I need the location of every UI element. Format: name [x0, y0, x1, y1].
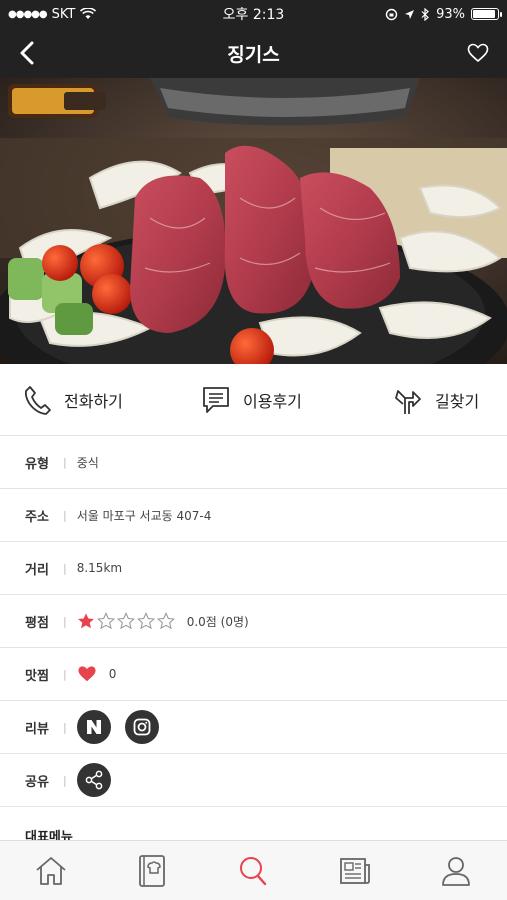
- heart-filled-icon[interactable]: [77, 665, 97, 683]
- star-empty-icon: [96, 612, 115, 630]
- battery-icon: [471, 8, 502, 20]
- info-row-type: 유형 | 중식: [0, 436, 507, 489]
- status-bar: ●●●●● SKT 오후 2:13 93%: [0, 0, 507, 28]
- share-button[interactable]: [76, 763, 111, 797]
- star-empty-icon: [116, 612, 135, 630]
- restaurant-photo: [0, 78, 507, 364]
- info-row-distance: 거리 | 8.15km: [0, 542, 507, 595]
- signal-icon: ●●●●●: [8, 8, 48, 20]
- profile-icon: [442, 856, 471, 886]
- battery-percent: 93%: [436, 6, 465, 22]
- tab-profile[interactable]: [426, 846, 486, 896]
- action-bar: 전화하기 이용후기 길찾기: [0, 364, 507, 436]
- type-label: 유형: [25, 456, 49, 472]
- review-label: 리뷰: [25, 721, 49, 737]
- naver-button[interactable]: [76, 710, 111, 744]
- rotation-lock-icon: [385, 8, 398, 20]
- review-icon: [203, 386, 229, 413]
- reviews-button[interactable]: 이용후기: [201, 385, 302, 415]
- page-title: 징기스: [227, 43, 280, 66]
- tab-home[interactable]: [21, 846, 81, 896]
- info-row-share: 공유 |: [0, 754, 507, 807]
- call-button[interactable]: 전화하기: [24, 385, 123, 415]
- tab-search[interactable]: [223, 846, 283, 896]
- search-icon: [240, 856, 267, 885]
- info-row-address: 주소 | 서울 마포구 서교동 407-4: [0, 489, 507, 542]
- info-row-rating: 평점 | 0.0점 (0명): [0, 595, 507, 648]
- back-button[interactable]: [10, 36, 44, 70]
- rating-stars[interactable]: [77, 612, 175, 630]
- news-icon: [339, 857, 370, 884]
- instagram-icon: [133, 718, 151, 736]
- heart-outline-icon: [467, 43, 489, 63]
- phone-icon: [24, 385, 51, 415]
- location-icon: [405, 9, 415, 19]
- address-label: 주소: [25, 509, 49, 525]
- likes-label: 맛찜: [25, 668, 49, 684]
- likes-count: 0: [108, 667, 117, 681]
- info-row-review: 리뷰 |: [0, 701, 507, 754]
- share-icon: [85, 770, 103, 790]
- tab-recipes[interactable]: [122, 846, 182, 896]
- distance-value: 8.15km: [76, 561, 123, 575]
- wifi-icon: [80, 8, 97, 19]
- home-icon: [36, 856, 66, 885]
- rating-label: 평점: [25, 615, 49, 631]
- chevron-left-icon: [20, 41, 34, 65]
- naver-icon: [86, 720, 101, 734]
- call-label: 전화하기: [64, 391, 123, 411]
- recipe-book-icon: [139, 854, 165, 887]
- distance-label: 거리: [25, 562, 49, 578]
- tab-bar: [0, 840, 507, 900]
- bluetooth-icon: [421, 7, 429, 21]
- reviews-label: 이용후기: [243, 391, 302, 411]
- rating-value: 0.0점 (0명): [186, 614, 249, 629]
- star-empty-icon: [156, 612, 175, 630]
- instagram-button[interactable]: [124, 710, 159, 744]
- star-filled-icon: [77, 613, 94, 629]
- share-label: 공유: [25, 774, 49, 790]
- star-empty-icon: [136, 612, 155, 630]
- nav-header: 징기스: [0, 28, 507, 78]
- favorite-button[interactable]: [461, 36, 495, 70]
- type-value: 중식: [76, 455, 99, 470]
- directions-button[interactable]: 길찾기: [393, 384, 479, 416]
- directions-icon: [395, 389, 421, 414]
- address-value[interactable]: 서울 마포구 서교동 407-4: [77, 507, 212, 524]
- info-row-likes: 맛찜 | 0: [0, 648, 507, 701]
- carrier-label: SKT: [51, 6, 76, 22]
- tab-news[interactable]: [325, 846, 385, 896]
- directions-label: 길찾기: [435, 391, 480, 411]
